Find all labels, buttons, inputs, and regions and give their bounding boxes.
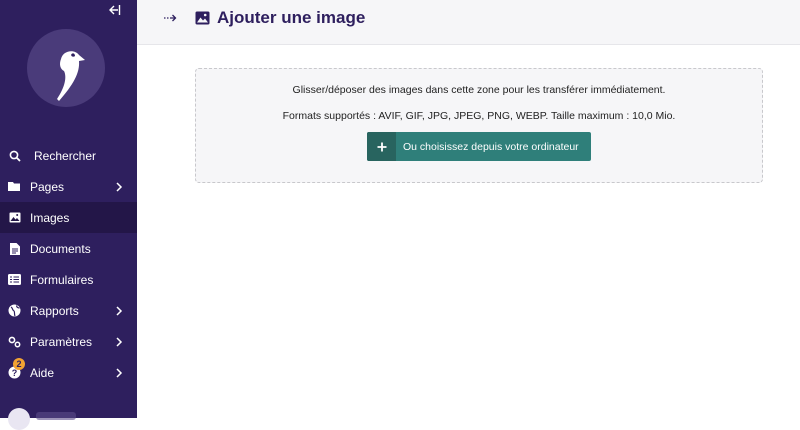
sidebar-item-reports[interactable]: Rapports (0, 295, 137, 326)
sidebar-item-label: Paramètres (30, 334, 93, 349)
sidebar-item-pages[interactable]: Pages (0, 171, 137, 202)
chevron-right-icon (114, 367, 124, 378)
sidebar-item-forms[interactable]: Formulaires (0, 264, 137, 295)
choose-from-computer-button[interactable]: Ou choisissez depuis votre ordinateur (367, 132, 591, 161)
sidebar-item-label: Rapports (30, 303, 79, 318)
upload-dropzone[interactable]: Glisser/déposer des images dans cette zo… (195, 68, 763, 183)
wagtail-bird-logo[interactable] (27, 29, 105, 107)
breadcrumb-expand-icon[interactable] (163, 12, 179, 28)
account-menu-label[interactable] (36, 412, 76, 420)
supported-formats-text: Formats supportés : AVIF, GIF, JPG, JPEG… (282, 110, 676, 122)
sidebar-item-label: Images (30, 210, 70, 225)
folder-icon (8, 180, 21, 193)
page-title: Ajouter une image (217, 8, 366, 27)
sidebar-item-label: Rechercher (34, 148, 97, 163)
choose-from-computer-label: Ou choisissez depuis votre ordinateur (403, 140, 579, 153)
cogs-icon (8, 335, 21, 348)
help-badge: 2 (13, 358, 25, 370)
chevron-right-icon (114, 181, 124, 192)
dropzone-instruction: Glisser/déposer des images dans cette zo… (292, 84, 666, 96)
page-header: Ajouter une image (137, 0, 800, 45)
collapse-left-icon[interactable] (106, 4, 122, 18)
sidebar: Rechercher Pages Images Documents Formul… (0, 0, 137, 430)
chevron-right-icon (114, 336, 124, 347)
sidebar-nav: Rechercher Pages Images Documents Formul… (0, 140, 137, 388)
sidebar-item-label: Aide (30, 365, 55, 380)
sidebar-item-images[interactable]: Images (0, 202, 137, 233)
sidebar-item-label: Formulaires (30, 272, 94, 287)
document-icon (8, 242, 21, 255)
form-icon (8, 273, 21, 286)
sidebar-item-label: Pages (30, 179, 65, 194)
chevron-right-icon (114, 305, 124, 316)
search-icon (8, 149, 21, 162)
image-icon (195, 11, 210, 25)
sidebar-item-label: Documents (30, 241, 91, 256)
sidebar-item-settings[interactable]: Paramètres (0, 326, 137, 357)
globe-icon (8, 304, 21, 317)
image-icon (8, 211, 21, 224)
plus-icon (367, 132, 396, 161)
sidebar-item-documents[interactable]: Documents (0, 233, 137, 264)
avatar[interactable] (8, 408, 30, 430)
sidebar-item-help[interactable]: ? 2 Aide (0, 357, 137, 388)
sidebar-item-search[interactable]: Rechercher (0, 140, 137, 171)
